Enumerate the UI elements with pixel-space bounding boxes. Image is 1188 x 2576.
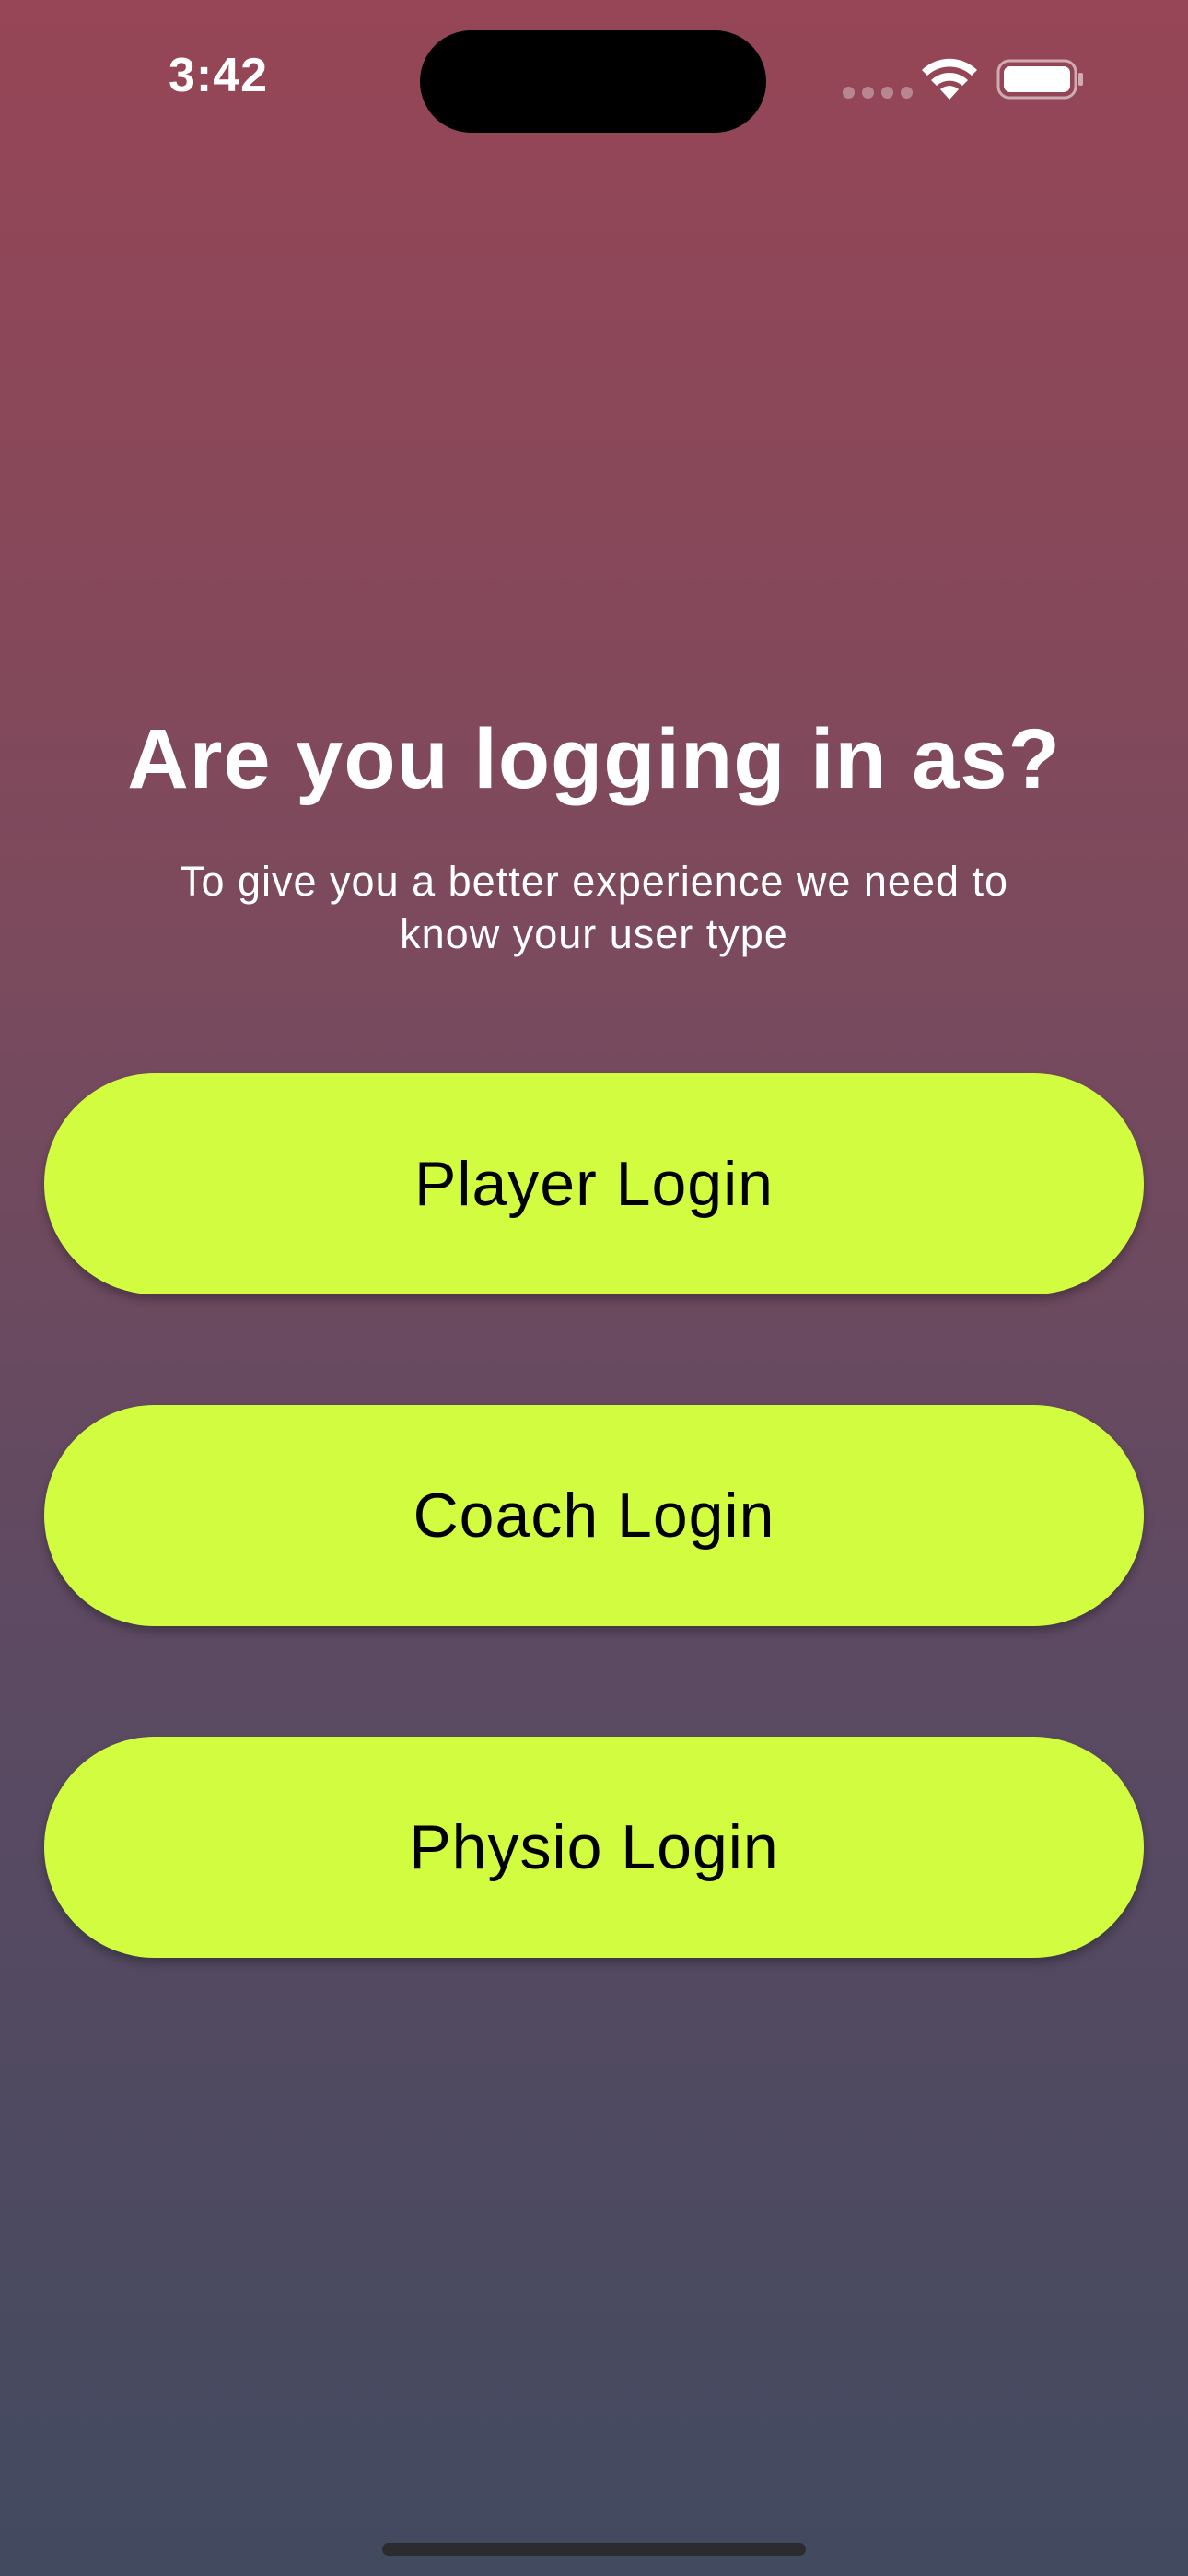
wifi-icon xyxy=(922,58,977,100)
player-login-button[interactable]: Player Login xyxy=(44,1073,1144,1294)
login-type-screen: 3:42 Are you logging in as? To give you … xyxy=(0,0,1188,2576)
physio-login-button[interactable]: Physio Login xyxy=(44,1737,1144,1958)
cellular-signal-icon xyxy=(843,87,913,99)
coach-login-button[interactable]: Coach Login xyxy=(44,1405,1144,1626)
status-time: 3:42 xyxy=(169,49,269,102)
page-title: Are you logging in as? xyxy=(127,712,1061,806)
dynamic-island xyxy=(420,30,766,133)
home-indicator[interactable] xyxy=(382,2543,806,2556)
page-subtitle: To give you a better experience we need … xyxy=(179,858,1009,957)
battery-icon xyxy=(996,59,1083,100)
